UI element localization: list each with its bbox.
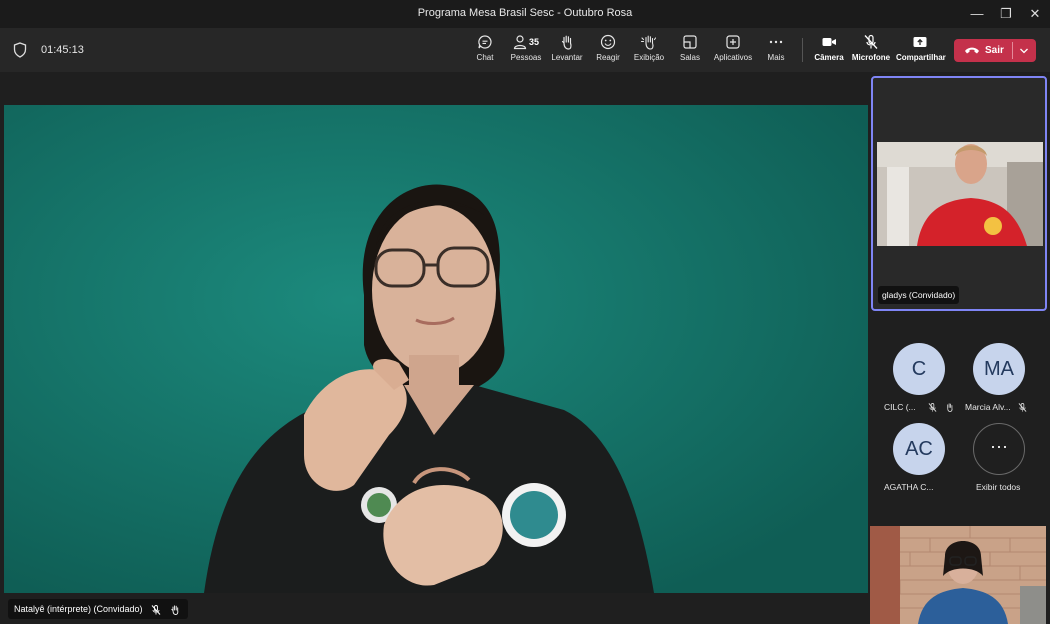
- avatar[interactable]: C: [893, 343, 945, 395]
- view-button[interactable]: Exibição: [632, 34, 666, 68]
- restore-button[interactable]: ❐: [995, 4, 1017, 24]
- hand-raised-icon: [947, 403, 953, 413]
- participant-label: AGATHA C...: [884, 482, 934, 492]
- apps-label: Aplicativos: [713, 53, 753, 62]
- more-label: Mais: [767, 53, 785, 62]
- camera-label: Câmera: [814, 53, 844, 62]
- apps-button[interactable]: Aplicativos: [712, 34, 754, 68]
- share-label: Compartilhar: [896, 53, 946, 62]
- leave-button-group: Sair: [954, 39, 1036, 62]
- share-button[interactable]: Compartilhar: [896, 34, 946, 68]
- hang-up-icon: [965, 47, 979, 54]
- people-icon: [513, 35, 527, 50]
- featured-video-frame: [877, 142, 1043, 246]
- main-video[interactable]: [4, 105, 868, 593]
- avatar[interactable]: MA: [973, 343, 1025, 395]
- self-view-frame: [870, 526, 1046, 624]
- sign-language-icon: [640, 35, 657, 50]
- leave-label: Sair: [985, 45, 1004, 56]
- toolbar-separator: [802, 38, 803, 62]
- mic-off-icon: [864, 34, 878, 49]
- chat-icon: [478, 35, 492, 49]
- minimize-button[interactable]: —: [966, 4, 988, 24]
- show-all-button[interactable]: ···: [973, 423, 1025, 475]
- share-screen-icon: [913, 37, 927, 47]
- featured-participant-video: [877, 142, 1043, 246]
- featured-participant-name: gladys (Convidado): [878, 286, 960, 304]
- more-icon: [769, 40, 783, 44]
- main-stage: Natalyê (intérprete) (Convidado): [0, 72, 868, 624]
- hand-raised-icon: [170, 604, 178, 615]
- camera-button[interactable]: Câmera: [813, 34, 845, 68]
- people-button[interactable]: 35 Pessoas: [508, 34, 544, 68]
- mic-off-icon: [928, 403, 937, 413]
- microphone-button[interactable]: Microfone: [851, 34, 891, 68]
- participant-label: CILC (...: [884, 402, 954, 413]
- interpreter-video-frame: [4, 105, 868, 593]
- rooms-label: Salas: [679, 53, 700, 62]
- add-app-icon: [726, 35, 740, 49]
- more-button[interactable]: Mais: [764, 34, 788, 68]
- featured-participant-tile[interactable]: gladys (Convidado): [871, 76, 1047, 311]
- mic-off-icon: [1018, 403, 1027, 413]
- smiley-icon: [600, 34, 616, 50]
- meeting-toolbar: 01:45:13 Chat 35 Pessoas Levantar Reagir…: [0, 28, 1050, 72]
- participants-panel: gladys (Convidado) C CILC (... MA Marcia…: [868, 72, 1050, 624]
- react-label: Reagir: [596, 53, 620, 62]
- hand-icon: [561, 35, 572, 50]
- chat-label: Chat: [476, 53, 494, 62]
- rooms-button[interactable]: Salas: [676, 34, 704, 68]
- rooms-icon: [683, 35, 697, 49]
- people-label: Pessoas: [510, 53, 542, 62]
- people-count: 35: [529, 37, 540, 47]
- raise-hand-button[interactable]: Levantar: [550, 34, 584, 68]
- view-label: Exibição: [633, 53, 665, 62]
- mic-off-icon: [151, 604, 161, 615]
- meeting-timer: 01:45:13: [41, 44, 84, 56]
- react-button[interactable]: Reagir: [594, 34, 622, 68]
- close-window-button[interactable]: ✕: [1024, 4, 1046, 24]
- chevron-down-icon[interactable]: [1018, 45, 1030, 57]
- chat-button[interactable]: Chat: [471, 34, 499, 68]
- leave-divider: [1012, 42, 1013, 59]
- show-all-label: Exibir todos: [976, 482, 1021, 492]
- raise-hand-label: Levantar: [551, 53, 583, 62]
- shield-icon: [13, 42, 27, 58]
- title-bar: Programa Mesa Brasil Sesc - Outubro Rosa…: [0, 0, 1050, 28]
- window-title: Programa Mesa Brasil Sesc - Outubro Rosa: [417, 7, 633, 19]
- avatar[interactable]: AC: [893, 423, 945, 475]
- main-participant-name-tag: Natalyê (intérprete) (Convidado): [8, 599, 188, 619]
- leave-button[interactable]: Sair: [954, 39, 1012, 62]
- participant-label: Marcia Alv...: [965, 402, 1027, 413]
- main-participant-name: Natalyê (intérprete) (Convidado): [14, 604, 143, 614]
- self-view-video[interactable]: [870, 526, 1046, 624]
- microphone-label: Microfone: [851, 53, 891, 62]
- camera-icon: [822, 38, 836, 46]
